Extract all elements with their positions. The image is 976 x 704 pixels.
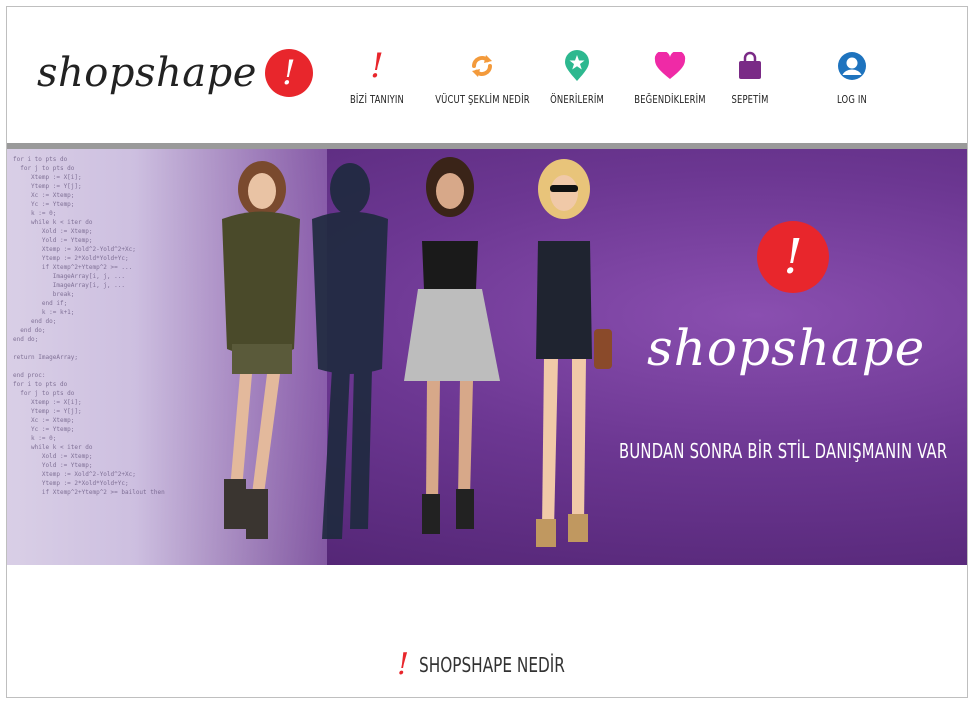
exclamation-icon: ! bbox=[370, 46, 384, 86]
nav-label: BİZİ TANIYIN bbox=[349, 93, 405, 106]
model-figure-1 bbox=[222, 161, 300, 539]
hero-exclamation-badge: ! bbox=[757, 221, 829, 293]
section-heading: ! SHOPSHAPE NEDİR bbox=[397, 647, 591, 682]
nav-item-about[interactable]: ! BİZİ TANIYIN bbox=[322, 47, 432, 106]
shopping-bag-icon bbox=[695, 47, 805, 85]
silhouette-figure bbox=[312, 163, 388, 539]
nav-label: ÖNERİLERİM bbox=[550, 93, 604, 106]
nav-label: LOG IN bbox=[837, 93, 867, 106]
nav-item-login[interactable]: LOG IN bbox=[797, 47, 907, 106]
section-title-text: SHOPSHAPE NEDİR bbox=[419, 652, 565, 677]
hero-models-image bbox=[222, 157, 612, 547]
nav-label: VÜCUT ŞEKLİM NEDİR bbox=[435, 93, 530, 106]
nav-label: SEPETİM bbox=[731, 93, 769, 106]
exclamation-icon: ! bbox=[397, 647, 410, 682]
main-nav: ! BİZİ TANIYIN VÜCUT ŞEKLİM NEDİR ÖNERİL… bbox=[7, 47, 967, 127]
model-figure-3 bbox=[404, 157, 500, 534]
user-icon bbox=[797, 47, 907, 85]
code-background-pattern: for i to pts do for j to pts do Xtemp :=… bbox=[13, 156, 165, 496]
page-frame: shopshape ! ! BİZİ TANIYIN VÜCUT ŞEKLİM … bbox=[6, 6, 968, 698]
nav-item-body-shape[interactable]: VÜCUT ŞEKLİM NEDİR bbox=[427, 47, 537, 106]
site-header: shopshape ! ! BİZİ TANIYIN VÜCUT ŞEKLİM … bbox=[7, 7, 967, 147]
hero-tagline: BUNDAN SONRA BİR STİL DANIŞMANIN VAR bbox=[619, 439, 948, 463]
model-figure-4 bbox=[536, 159, 612, 547]
refresh-icon bbox=[427, 47, 537, 85]
hero-title: shopshape bbox=[647, 319, 926, 377]
hero-banner[interactable]: for i to pts do for j to pts do Xtemp :=… bbox=[7, 149, 967, 565]
nav-item-cart[interactable]: SEPETİM bbox=[695, 47, 805, 106]
